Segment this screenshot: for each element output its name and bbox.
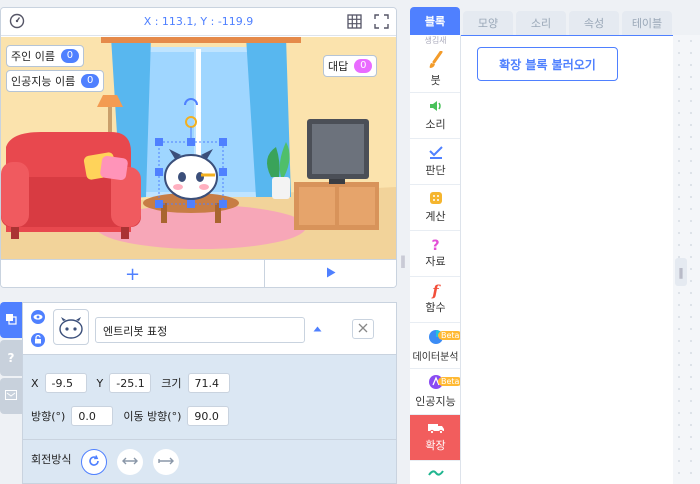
objects-icon bbox=[5, 313, 17, 328]
tab-sounds[interactable]: 소리 bbox=[516, 11, 566, 35]
category-brush[interactable]: 붓 bbox=[410, 47, 460, 93]
play-button[interactable] bbox=[266, 260, 396, 287]
object-thumbnail[interactable] bbox=[53, 309, 89, 345]
load-extension-blocks-button[interactable]: 확장 블록 불러오기 bbox=[477, 47, 618, 81]
speaker-icon bbox=[428, 99, 444, 116]
arrow-right-icon bbox=[158, 456, 174, 469]
console-icon bbox=[5, 389, 17, 403]
beta-badge: Beta bbox=[438, 331, 460, 340]
size-input[interactable]: 71.4 bbox=[187, 373, 230, 393]
size-label: 크기 bbox=[161, 377, 182, 390]
object-panel: ? 엔트리봇 표정 X -9.5 Y -25.1 크기 71.4 방향(°) 0… bbox=[0, 302, 397, 484]
x-input[interactable]: -9.5 bbox=[44, 373, 87, 393]
variable-value: 0 bbox=[81, 74, 100, 88]
stage-controls: + bbox=[1, 259, 396, 287]
direction-row: 방향(°) 0.0 이동 방향(°) 90.0 bbox=[31, 406, 239, 426]
grid-icon[interactable] bbox=[347, 14, 362, 32]
category-extension[interactable]: 확장 bbox=[410, 415, 460, 461]
category-label: 소리 bbox=[425, 118, 446, 131]
stage-toolbar: X : 113.1, Y : -119.9 bbox=[1, 8, 396, 36]
question-icon: ? bbox=[7, 351, 15, 365]
board-resize-handle[interactable]: ‖ bbox=[675, 258, 687, 286]
category-more[interactable] bbox=[410, 463, 460, 484]
category-label: 데이터분석 bbox=[412, 351, 459, 363]
fullscreen-icon[interactable] bbox=[374, 14, 389, 32]
add-object-button[interactable]: + bbox=[1, 260, 265, 287]
object-properties: 엔트리봇 표정 X -9.5 Y -25.1 크기 71.4 방향(°) 0.0… bbox=[22, 302, 397, 484]
object-name-input[interactable]: 엔트리봇 표정 bbox=[95, 317, 305, 343]
x-label: X bbox=[31, 376, 39, 390]
object-side-tabs: ? bbox=[0, 302, 22, 484]
rotation-row: 회전방식 bbox=[23, 439, 396, 479]
variable-label: 인공지능 이름 bbox=[11, 75, 76, 88]
rotate-icon bbox=[87, 454, 101, 471]
category-label: 판단 bbox=[425, 164, 446, 177]
question-icon: ? bbox=[431, 237, 440, 254]
move-direction-input[interactable]: 90.0 bbox=[187, 406, 230, 426]
y-input[interactable]: -25.1 bbox=[109, 373, 152, 393]
variable-label: 주인 이름 bbox=[11, 50, 55, 63]
category-calculation[interactable]: 계산 bbox=[410, 185, 460, 231]
category-function[interactable]: f 함수 bbox=[410, 277, 460, 323]
answer-value: 0 bbox=[354, 59, 373, 73]
category-label: 확장 bbox=[425, 439, 446, 452]
category-judgement[interactable]: 판단 bbox=[410, 139, 460, 185]
tab-blocks[interactable]: 블록 bbox=[410, 7, 460, 35]
rotate-none-button[interactable] bbox=[153, 449, 179, 475]
lock-icon[interactable] bbox=[31, 333, 45, 350]
variable-owner-name: 주인 이름 0 bbox=[6, 45, 84, 67]
panel-resize-handle[interactable]: ‖ bbox=[400, 254, 406, 268]
category-data-analysis[interactable]: Beta 데이터분석 bbox=[410, 323, 460, 369]
mouse-coordinates: X : 113.1, Y : -119.9 bbox=[143, 15, 254, 28]
delete-object-button[interactable] bbox=[352, 319, 374, 339]
tab-shapes[interactable]: 모양 bbox=[463, 11, 513, 35]
workspace-tabs: 블록 모양 소리 속성 테이블 bbox=[410, 7, 700, 35]
direction-input[interactable]: 0.0 bbox=[71, 406, 114, 426]
close-icon bbox=[358, 323, 368, 336]
caret-up-icon[interactable] bbox=[313, 322, 322, 335]
console-tab[interactable] bbox=[0, 378, 22, 414]
category-label: 자료 bbox=[425, 254, 446, 268]
category-ai[interactable]: Beta 인공지능 bbox=[410, 369, 460, 415]
stage-panel: X : 113.1, Y : -119.9 주인 이름 0 인공지능 이름 0 … bbox=[0, 7, 397, 288]
function-icon: f bbox=[432, 282, 439, 300]
tab-table[interactable]: 테이블 bbox=[622, 11, 672, 35]
play-icon bbox=[326, 267, 336, 281]
variable-ai-name: 인공지능 이름 0 bbox=[6, 70, 105, 92]
answer-label: 대답 bbox=[328, 60, 349, 73]
truck-icon bbox=[427, 422, 445, 437]
wave-icon bbox=[427, 468, 444, 484]
direction-label: 방향(°) bbox=[31, 410, 66, 423]
category-data[interactable]: ? 자료 bbox=[410, 231, 460, 277]
variable-value: 0 bbox=[60, 49, 79, 63]
block-palette: 확장 블록 불러오기 bbox=[461, 35, 673, 484]
tab-attributes[interactable]: 속성 bbox=[569, 11, 619, 35]
object-header: 엔트리봇 표정 bbox=[23, 303, 396, 355]
help-tab[interactable]: ? bbox=[0, 340, 22, 376]
brush-icon bbox=[428, 50, 444, 72]
position-row: X -9.5 Y -25.1 크기 71.4 bbox=[31, 373, 240, 393]
rotation-label: 회전방식 bbox=[31, 453, 72, 466]
move-direction-label: 이동 방향(°) bbox=[123, 410, 182, 423]
calculator-icon bbox=[429, 191, 443, 208]
rotate-horizontal-button[interactable] bbox=[117, 449, 143, 475]
category-label: 계산 bbox=[425, 210, 446, 223]
y-label: Y bbox=[96, 376, 104, 390]
category-label: 인공지능 bbox=[415, 395, 456, 408]
check-icon bbox=[428, 145, 444, 162]
answer-variable: 대답 0 bbox=[323, 55, 378, 77]
category-label: 함수 bbox=[425, 301, 446, 314]
object-tab[interactable] bbox=[0, 302, 22, 338]
flip-horizontal-icon bbox=[122, 456, 138, 469]
stage-canvas[interactable]: 주인 이름 0 인공지능 이름 0 대답 0 bbox=[1, 37, 396, 259]
beta-badge: Beta bbox=[438, 377, 460, 386]
rotate-free-button[interactable] bbox=[81, 449, 107, 475]
category-looks-cut[interactable]: 생김새 bbox=[410, 35, 460, 47]
category-label: 붓 bbox=[430, 74, 441, 87]
block-category-bar: 생김새 붓 소리 판단 계산 ? 자료 f 함수 Beta 데이터분석 Beta… bbox=[410, 35, 461, 484]
category-sound[interactable]: 소리 bbox=[410, 93, 460, 139]
eye-icon[interactable] bbox=[31, 310, 45, 327]
